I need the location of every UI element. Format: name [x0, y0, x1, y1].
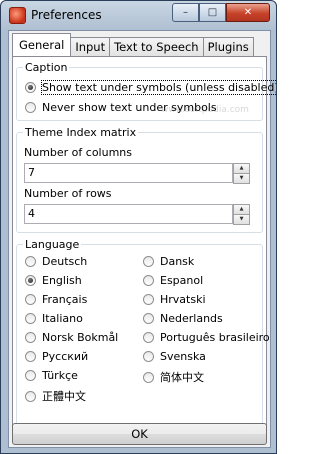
tab-strip: General Input Text to Speech Plugins: [12, 33, 254, 56]
radio-show-text[interactable]: Show text under symbols (unless disabled…: [25, 80, 277, 95]
radio-label: Show text under symbols (unless disabled…: [41, 80, 277, 95]
radio-label: Svenska: [160, 350, 206, 363]
radio-lang-russian[interactable]: Русский: [25, 350, 88, 363]
radio-label: Hrvatski: [160, 293, 206, 306]
radio-label: Français: [42, 293, 88, 306]
radio-lang-turkce[interactable]: Türkçe: [25, 369, 78, 382]
app-icon: [9, 7, 26, 24]
radio-indicator: [25, 294, 36, 305]
minimize-button[interactable]: –: [172, 3, 199, 22]
radio-lang-english[interactable]: English: [25, 274, 82, 287]
radio-never-show-text[interactable]: Never show text under symbols: [25, 101, 217, 114]
rows-decrement-button[interactable]: ▼: [233, 214, 250, 225]
radio-indicator: [25, 102, 36, 113]
tab-input[interactable]: Input: [70, 37, 111, 56]
radio-lang-norsk-bokmal[interactable]: Norsk Bokmål: [25, 331, 118, 344]
radio-indicator: [143, 351, 154, 362]
radio-label: 正體中文: [42, 390, 86, 403]
radio-lang-portugues-brasileiro[interactable]: Português brasileiro: [143, 331, 270, 344]
radio-label: Never show text under symbols: [42, 101, 217, 114]
maximize-button[interactable]: □: [199, 3, 226, 22]
radio-lang-simplified-chinese[interactable]: 简体中文: [143, 369, 204, 385]
theme-index-matrix-group: Theme Index matrix Number of columns 7 ▲…: [16, 126, 263, 233]
columns-label: Number of columns: [24, 146, 133, 159]
radio-lang-hrvatski[interactable]: Hrvatski: [143, 293, 206, 306]
caption-legend: Caption: [23, 61, 70, 74]
title-bar[interactable]: Preferences – □ ✕: [1, 1, 276, 29]
matrix-legend: Theme Index matrix: [23, 126, 139, 139]
columns-decrement-button[interactable]: ▼: [233, 173, 250, 184]
ok-button[interactable]: OK: [12, 423, 267, 445]
radio-label: Português brasileiro: [160, 331, 270, 344]
radio-indicator: [143, 332, 154, 343]
radio-indicator: [143, 371, 154, 383]
radio-lang-dansk[interactable]: Dansk: [143, 255, 194, 268]
radio-label: Nederlands: [160, 312, 223, 325]
tab-plugins[interactable]: Plugins: [202, 37, 254, 56]
tab-general[interactable]: General: [12, 33, 72, 56]
radio-indicator: [25, 370, 36, 381]
radio-indicator: [25, 82, 36, 93]
radio-indicator: [143, 256, 154, 267]
window-title: Preferences: [31, 8, 102, 22]
radio-lang-nederlands[interactable]: Nederlands: [143, 312, 223, 325]
radio-indicator: [25, 313, 36, 324]
language-group: Language Deutsch English Français Italia…: [16, 238, 270, 427]
dialog-client-area: General Input Text to Speech Plugins www…: [8, 30, 276, 448]
radio-lang-traditional-chinese[interactable]: 正體中文: [25, 388, 86, 404]
radio-indicator: [25, 332, 36, 343]
radio-indicator: [25, 275, 36, 286]
radio-indicator: [25, 351, 36, 362]
radio-indicator: [143, 275, 154, 286]
caption-group: Caption Show text under symbols (unless …: [16, 61, 276, 121]
columns-input[interactable]: 7: [24, 163, 233, 183]
radio-label: Deutsch: [42, 255, 88, 268]
radio-lang-espanol[interactable]: Espanol: [143, 274, 203, 287]
radio-label: Türkçe: [42, 369, 78, 382]
tab-text-to-speech[interactable]: Text to Speech: [109, 37, 204, 56]
radio-indicator: [25, 390, 36, 402]
radio-label: Dansk: [160, 255, 195, 268]
radio-lang-deutsch[interactable]: Deutsch: [25, 255, 87, 268]
radio-indicator: [25, 256, 36, 267]
radio-label: English: [42, 274, 82, 287]
radio-indicator: [143, 294, 154, 305]
radio-lang-francais[interactable]: Français: [25, 293, 87, 306]
rows-input[interactable]: 4: [24, 204, 233, 224]
rows-label: Number of rows: [24, 187, 112, 200]
language-legend: Language: [23, 238, 82, 251]
radio-label: Italiano: [42, 312, 83, 325]
close-button[interactable]: ✕: [226, 3, 270, 22]
radio-indicator: [143, 313, 154, 324]
general-tab-panel: www.softpedia.com Caption Show text unde…: [12, 56, 276, 436]
radio-label: Norsk Bokmål: [42, 331, 119, 344]
radio-label: Русский: [42, 350, 89, 363]
radio-lang-italiano[interactable]: Italiano: [25, 312, 83, 325]
radio-lang-svenska[interactable]: Svenska: [143, 350, 206, 363]
preferences-window: Preferences – □ ✕ General Input Text to …: [0, 0, 277, 454]
radio-label: Espanol: [160, 274, 204, 287]
radio-label: 简体中文: [160, 371, 204, 384]
